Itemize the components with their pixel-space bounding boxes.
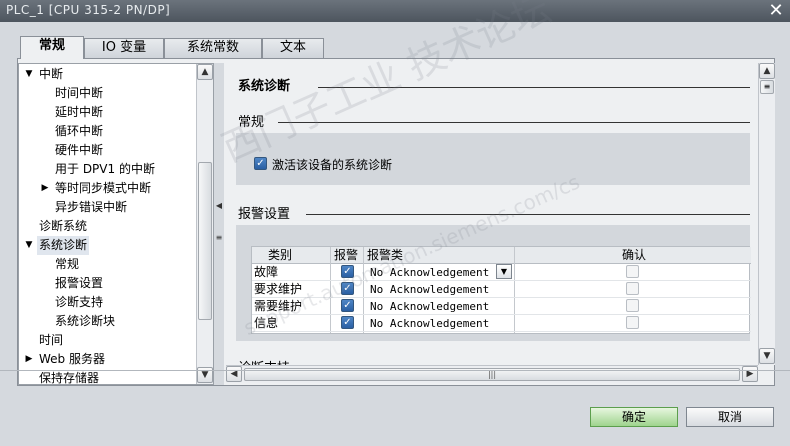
- row-category: 要求维护: [254, 282, 303, 296]
- alarm-checkbox[interactable]: ✓: [341, 265, 354, 278]
- chevron-down-icon[interactable]: ▼: [23, 236, 35, 255]
- alarm-checkbox[interactable]: ✓: [341, 316, 354, 329]
- window-title: PLC_1 [CPU 315-2 PN/DP]: [6, 3, 171, 17]
- alarm-checkbox[interactable]: ✓: [341, 299, 354, 312]
- divider: [306, 214, 750, 215]
- close-icon[interactable]: ✕: [766, 1, 786, 21]
- confirm-checkbox[interactable]: [626, 282, 639, 295]
- tree-item-label: 异步错误中断: [55, 200, 128, 214]
- chevron-right-icon[interactable]: ▶: [39, 179, 51, 198]
- tree-item-label: 系统诊断块: [55, 314, 116, 328]
- alarm-settings-heading: 报警设置: [238, 207, 291, 222]
- scroll-up-icon[interactable]: ▲: [759, 63, 775, 79]
- scroll-up-icon[interactable]: ▲: [197, 64, 213, 80]
- confirm-checkbox[interactable]: [626, 316, 639, 329]
- tree-item-label: 用于 DPV1 的中断: [55, 162, 155, 176]
- collapse-left-icon[interactable]: ◀: [215, 201, 223, 210]
- alarm-table: 类别 报警 报警类 确认 故障 ✓ No Acknowledgement ▼ 要…: [251, 246, 751, 334]
- tree-item-label: 延时中断: [55, 105, 104, 119]
- diag-support-heading: 诊断支持: [238, 357, 290, 365]
- row-category: 故障: [254, 265, 279, 279]
- tab-texts[interactable]: 文本: [262, 38, 324, 58]
- tree-item-label: Web 服务器: [39, 352, 105, 366]
- enable-diagnostics-checkbox[interactable]: ✓: [254, 157, 267, 170]
- tab-general[interactable]: 常规: [20, 36, 84, 59]
- tree-item-label: 时间: [39, 333, 64, 347]
- pane-scrollbar[interactable]: ▲ ≡ ▼: [758, 63, 775, 365]
- ok-button[interactable]: 确定: [590, 407, 678, 427]
- table-row[interactable]: 故障 ✓ No Acknowledgement ▼: [252, 264, 751, 281]
- tree-item-label: 循环中断: [55, 124, 104, 138]
- alarm-class-select[interactable]: No Acknowledgement: [370, 298, 489, 315]
- alarm-class-select[interactable]: No Acknowledgement: [370, 264, 489, 281]
- tree-scrollbar[interactable]: ▲ ▼: [196, 64, 213, 384]
- tree-item-label: 等时同步模式中断: [55, 181, 152, 195]
- tree-item-label: 硬件中断: [55, 143, 104, 157]
- tree-item-label: 常规: [55, 257, 80, 271]
- tree-item-label: 报警设置: [55, 276, 104, 290]
- section-title: 系统诊断: [238, 79, 291, 94]
- chevron-right-icon[interactable]: ▶: [23, 350, 35, 369]
- scroll-right-icon[interactable]: ▶: [742, 366, 758, 382]
- horizontal-scrollbar[interactable]: ◀ ||| ▶: [226, 365, 758, 383]
- tree-item-label: 诊断系统: [39, 219, 88, 233]
- row-category: 信息: [254, 316, 279, 330]
- confirm-checkbox[interactable]: [626, 265, 639, 278]
- confirm-checkbox[interactable]: [626, 299, 639, 312]
- grip-icon: ≡: [215, 233, 223, 242]
- table-row[interactable]: 需要维护 ✓ No Acknowledgement: [252, 298, 751, 315]
- col-alarm: 报警: [334, 248, 359, 262]
- navigation-tree[interactable]: ▼ 中断 时间中断 延时中断 循环中断 硬件中断 用于 DPV1 的中断 ▶ 等…: [18, 63, 214, 385]
- alarm-checkbox[interactable]: ✓: [341, 282, 354, 295]
- alarm-class-select[interactable]: No Acknowledgement: [370, 315, 489, 332]
- enable-diagnostics-label: 激活该设备的系统诊断: [272, 158, 393, 172]
- tree-scroll-thumb[interactable]: [198, 162, 212, 320]
- tree-item-label: 系统诊断: [37, 236, 90, 255]
- table-row[interactable]: 信息 ✓ No Acknowledgement: [252, 315, 751, 332]
- table-row[interactable]: 要求维护 ✓ No Acknowledgement: [252, 281, 751, 298]
- tree-item-label: 中断: [39, 67, 64, 81]
- cancel-button[interactable]: 取消: [686, 407, 774, 427]
- scroll-left-icon[interactable]: ◀: [226, 366, 242, 382]
- tab-system-constants[interactable]: 系统常数: [164, 38, 262, 58]
- tree-item-label: 保持存储器: [39, 371, 100, 385]
- general-box: ✓ 激活该设备的系统诊断: [236, 133, 750, 185]
- pane-scroll-thumb[interactable]: ≡: [760, 80, 774, 94]
- divider: [278, 122, 750, 123]
- row-category: 需要维护: [254, 299, 303, 313]
- col-confirm: 确认: [622, 248, 647, 262]
- general-heading: 常规: [238, 115, 265, 130]
- col-alarm-class: 报警类: [367, 248, 404, 262]
- divider: [318, 87, 750, 88]
- tab-content: ▼ 中断 时间中断 延时中断 循环中断 硬件中断 用于 DPV1 的中断 ▶ 等…: [17, 58, 775, 386]
- tree-item-label: 诊断支持: [55, 295, 104, 309]
- properties-dialog: 常规 IO 变量 系统常数 文本 ▼ 中断 时间中断 延时中断 循环中断 硬件中…: [0, 22, 790, 446]
- scroll-down-icon[interactable]: ▼: [759, 348, 775, 364]
- chevron-down-icon[interactable]: ▼: [496, 264, 512, 279]
- table-header: 类别 报警 报警类 确认: [252, 247, 751, 264]
- tab-io-tags[interactable]: IO 变量: [84, 38, 164, 58]
- alarm-class-select[interactable]: No Acknowledgement: [370, 281, 489, 298]
- tree-item-label: 时间中断: [55, 86, 104, 100]
- settings-pane: 系统诊断 常规 ✓ 激活该设备的系统诊断 报警设置 类别 报警 报警类 确认 故…: [226, 63, 774, 365]
- panel-splitter[interactable]: ◀ ≡: [214, 63, 224, 385]
- chevron-down-icon[interactable]: ▼: [23, 65, 35, 84]
- title-bar: PLC_1 [CPU 315-2 PN/DP] ✕: [0, 0, 790, 22]
- col-category: 类别: [268, 248, 293, 262]
- alarm-settings-box: 类别 报警 报警类 确认 故障 ✓ No Acknowledgement ▼ 要…: [236, 225, 751, 341]
- footer-divider: [0, 370, 790, 371]
